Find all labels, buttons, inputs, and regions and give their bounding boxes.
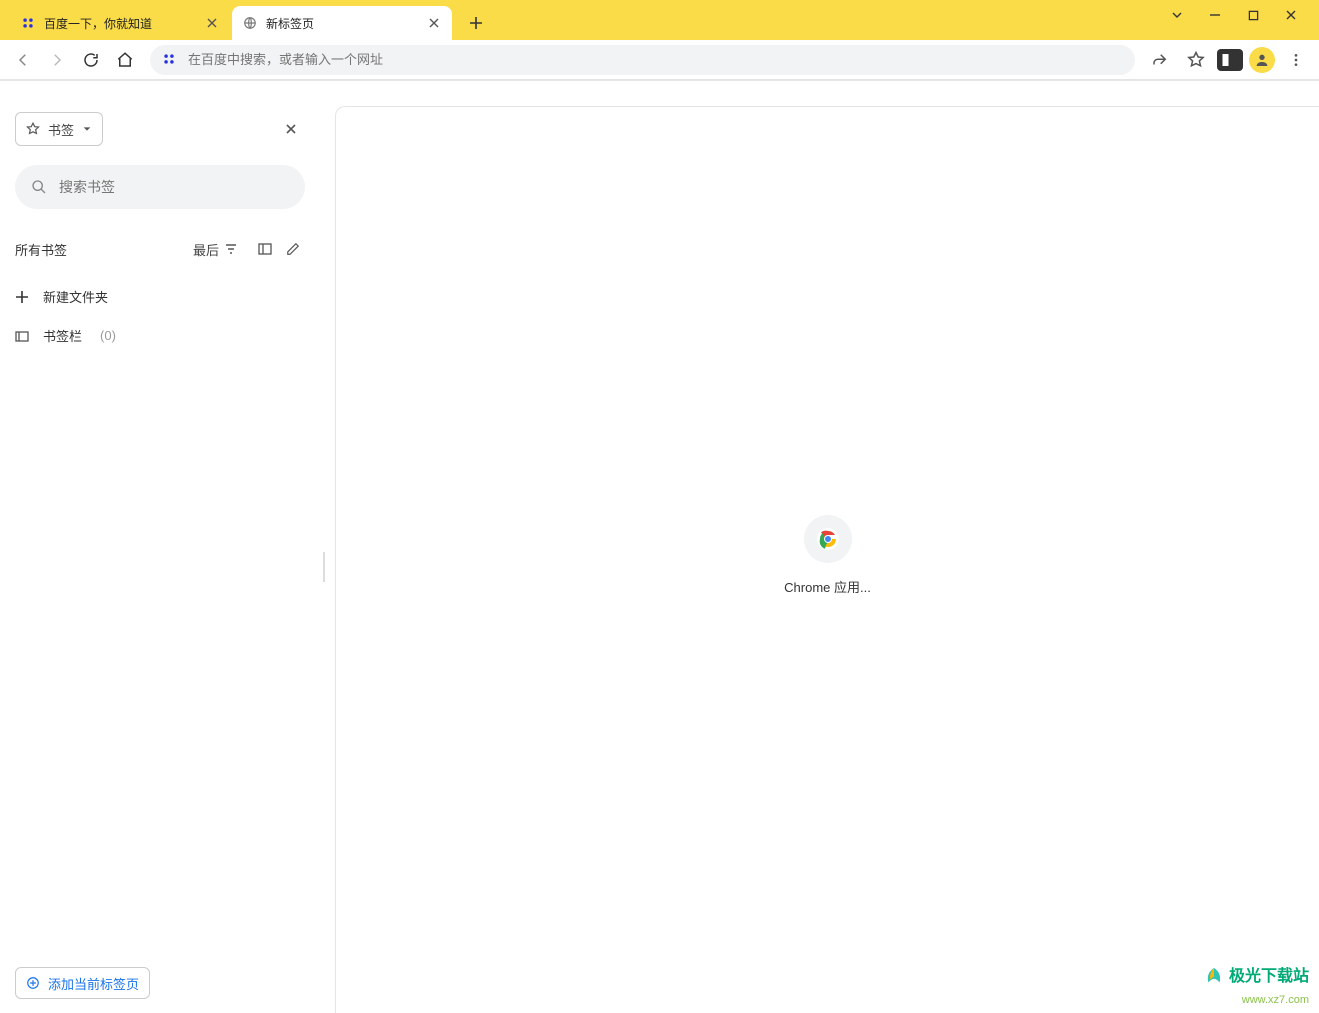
baidu-icon — [162, 52, 178, 68]
side-panel-icon[interactable] — [1217, 49, 1243, 71]
plus-icon — [15, 290, 29, 304]
search-icon — [31, 179, 47, 195]
chevron-down-icon — [82, 124, 92, 134]
close-icon[interactable] — [426, 15, 442, 31]
bookmarks-side-panel: 书签 所有书签 最后 — [0, 81, 320, 1013]
bookmarks-dropdown[interactable]: 书签 — [15, 112, 103, 146]
browser-tab-baidu[interactable]: 百度一下，你就知道 — [10, 6, 230, 40]
search-bookmarks-field[interactable] — [15, 165, 305, 209]
view-mode-button[interactable] — [253, 237, 277, 261]
address-bar[interactable] — [150, 45, 1135, 75]
new-folder-item[interactable]: 新建文件夹 — [15, 283, 305, 310]
forward-button[interactable] — [42, 45, 72, 75]
chevron-down-icon[interactable] — [1167, 5, 1187, 25]
all-bookmarks-label: 所有书签 — [15, 240, 193, 259]
dropdown-label: 书签 — [48, 120, 74, 139]
edit-button[interactable] — [281, 237, 305, 261]
plus-circle-icon — [26, 976, 40, 990]
close-icon[interactable] — [204, 15, 220, 31]
bookmark-star-icon[interactable] — [1181, 45, 1211, 75]
reload-button[interactable] — [76, 45, 106, 75]
home-button[interactable] — [110, 45, 140, 75]
folder-icon — [15, 329, 29, 343]
toolbar — [0, 40, 1319, 80]
panel-resize-handle[interactable] — [320, 547, 328, 587]
close-panel-button[interactable] — [277, 115, 305, 143]
watermark: 极光下载站 www.xz7.com — [1203, 966, 1309, 1007]
share-icon[interactable] — [1145, 45, 1175, 75]
search-bookmarks-input[interactable] — [59, 179, 289, 195]
tab-strip: 百度一下，你就知道 新标签页 — [0, 0, 1319, 40]
browser-tab-newtab[interactable]: 新标签页 — [232, 6, 452, 40]
back-button[interactable] — [8, 45, 38, 75]
address-input[interactable] — [188, 52, 1123, 67]
app-shortcut-label: Chrome 应用... — [784, 577, 871, 596]
content-area: 书签 所有书签 最后 — [0, 80, 1319, 1013]
chrome-icon — [804, 515, 852, 563]
window-controls — [1167, 0, 1319, 30]
baidu-icon — [20, 15, 36, 31]
bookmarks-list-header: 所有书签 最后 — [15, 237, 305, 261]
close-window-button[interactable] — [1281, 5, 1301, 25]
new-tab-page: Chrome 应用... 极光下载站 www.xz7.com — [335, 106, 1319, 1013]
add-current-tab-button[interactable]: 添加当前标签页 — [15, 967, 150, 999]
filter-icon — [225, 243, 237, 255]
sort-button[interactable]: 最后 — [193, 240, 237, 259]
bookmarks-list: 新建文件夹 书签栏 (0) — [15, 283, 305, 349]
globe-icon — [242, 15, 258, 31]
star-icon — [26, 122, 40, 136]
new-tab-button[interactable] — [462, 9, 490, 37]
profile-button[interactable] — [1249, 47, 1275, 73]
minimize-button[interactable] — [1205, 5, 1225, 25]
chrome-apps-shortcut[interactable]: Chrome 应用... — [784, 515, 871, 596]
tab-title: 百度一下，你就知道 — [44, 15, 204, 32]
bookmarks-bar-folder[interactable]: 书签栏 (0) — [15, 322, 305, 349]
main-menu-button[interactable] — [1281, 45, 1311, 75]
maximize-button[interactable] — [1243, 5, 1263, 25]
tab-title: 新标签页 — [266, 15, 426, 32]
